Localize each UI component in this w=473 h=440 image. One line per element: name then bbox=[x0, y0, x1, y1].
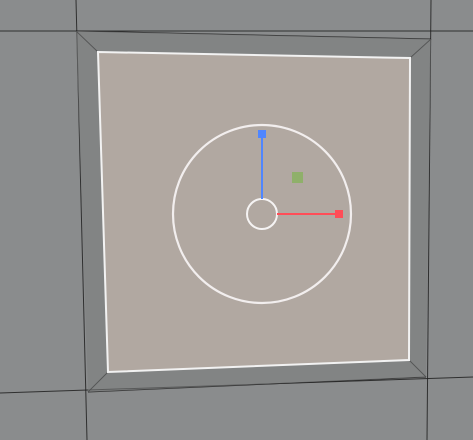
x-axis-handle[interactable] bbox=[335, 210, 343, 218]
z-axis-handle[interactable] bbox=[258, 130, 266, 138]
mesh-scene[interactable] bbox=[0, 0, 473, 440]
selected-face[interactable] bbox=[96, 50, 412, 374]
xz-plane-handle[interactable] bbox=[292, 172, 303, 183]
3d-viewport[interactable] bbox=[0, 0, 473, 440]
